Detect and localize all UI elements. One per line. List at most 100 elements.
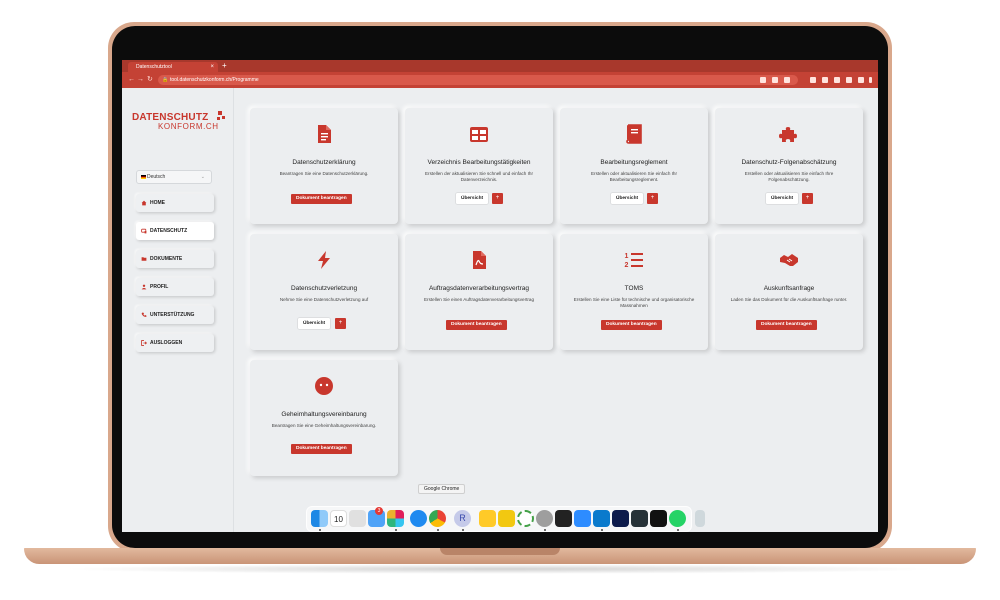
settings-icon[interactable] — [536, 510, 553, 527]
extension-icon[interactable] — [784, 77, 790, 83]
back-icon[interactable]: ← — [128, 72, 135, 88]
browser-tab-title: Datenschutztool — [136, 64, 172, 70]
card-datenschutzverletzung: Datenschutzverletzung Nehme Sie eine Dat… — [250, 234, 398, 350]
add-button[interactable]: + — [492, 193, 503, 204]
card-title: Verzeichnis Bearbeitungstätigkeiten — [427, 159, 531, 166]
sidebar-item-label: DATENSCHUTZ — [150, 228, 188, 234]
logout-icon — [141, 340, 147, 346]
request-document-button[interactable]: Dokument beantragen — [291, 444, 352, 454]
card-description: Erstellen der aktualisieren Sie schnell … — [424, 171, 533, 182]
svg-text:2: 2 — [625, 262, 629, 269]
card-datenschutz-folgenabschaetzung: Datenschutz-Folgenabschätzung Erstellen … — [715, 108, 863, 224]
extension-icon[interactable] — [810, 77, 816, 83]
card-title: Datenschutz-Folgenabschätzung — [741, 159, 837, 166]
activity-icon[interactable] — [517, 510, 534, 527]
request-document-button[interactable]: Dokument beantragen — [291, 194, 352, 204]
whatsapp-icon[interactable] — [669, 510, 686, 527]
sidebar-item-profil[interactable]: PROFIL — [136, 278, 214, 296]
zoom-icon[interactable] — [574, 510, 591, 527]
extension-icon[interactable] — [834, 77, 840, 83]
card-description: Erstellen Sie eine Liste für technische … — [573, 297, 695, 308]
puzzle-icon — [779, 127, 797, 142]
overview-button[interactable]: Übersicht — [766, 193, 799, 204]
german-flag-icon — [141, 175, 146, 179]
dark-app-icon[interactable] — [555, 510, 572, 527]
chrome-icon[interactable] — [429, 510, 446, 527]
profile-avatar[interactable] — [858, 77, 864, 83]
request-document-button[interactable]: Dokument beantragen — [446, 320, 507, 330]
dock-tooltip: Google Chrome — [418, 484, 466, 494]
dock: 10 3 R — [306, 506, 705, 532]
menu-dots-icon[interactable] — [869, 77, 872, 83]
calendar-icon[interactable]: 10 — [330, 510, 347, 527]
sidebar-item-home[interactable]: HOME — [136, 194, 214, 212]
close-icon[interactable]: × — [210, 62, 214, 72]
sidebar-item-ausloggen[interactable]: AUSLOGGEN — [136, 334, 214, 352]
browser-tab-bar: Datenschutztool × + — [122, 60, 878, 72]
bolt-icon — [318, 251, 330, 269]
trash-icon[interactable] — [695, 510, 705, 527]
card-toms: 1 2 TOMS Erstellen Sie eine Liste für te… — [560, 234, 708, 350]
folder-icon — [141, 257, 147, 261]
request-document-button[interactable]: Dokument beantragen — [756, 320, 817, 330]
add-button[interactable]: + — [802, 193, 813, 204]
extension-icon[interactable] — [772, 77, 778, 83]
extension-icon[interactable] — [822, 77, 828, 83]
new-tab-button[interactable]: + — [222, 60, 227, 72]
chevron-down-icon: ⌄ — [200, 174, 205, 180]
handshake-icon — [780, 254, 798, 266]
dock-running-indicator — [319, 529, 321, 531]
request-document-button[interactable]: Dokument beantragen — [601, 320, 662, 330]
sidebar-item-unterstuetzung[interactable]: UNTERSTÜTZUNG — [136, 306, 214, 324]
extension-icon[interactable] — [760, 77, 766, 83]
finder-icon[interactable] — [311, 510, 328, 527]
address-bar[interactable]: 🔒 tool.datenschutzkonform.ch/Programme — [158, 75, 798, 85]
phone-icon — [141, 312, 147, 317]
card-description: Laden Sie das Dokument für die Auskunfts… — [730, 297, 848, 302]
sidebar-item-label: UNTERSTÜTZUNG — [150, 312, 195, 318]
sidebar-item-dokumente[interactable]: DOKUMENTE — [136, 250, 214, 268]
overview-button[interactable]: Übersicht — [611, 193, 644, 204]
user-icon — [141, 284, 147, 290]
forward-icon[interactable]: → — [137, 72, 144, 88]
sheets-icon[interactable] — [479, 510, 496, 527]
calendar-day: 10 — [334, 515, 343, 524]
laptop-base-notch — [440, 548, 560, 555]
slack-icon[interactable] — [387, 510, 404, 527]
extension-icon[interactable] — [846, 77, 852, 83]
reload-icon[interactable]: ↻ — [147, 72, 153, 88]
dock-running-indicator — [544, 529, 546, 531]
screen: Datenschutztool × + ← → ↻ 🔒 tool.datensc… — [122, 60, 878, 532]
dock-running-indicator — [677, 529, 679, 531]
dock-running-indicator — [462, 529, 464, 531]
sidebar-item-label: AUSLOGGEN — [150, 340, 183, 346]
logo[interactable]: DATENSCHUTZ KONFORM.CH — [132, 111, 228, 131]
tool-icon[interactable] — [631, 510, 648, 527]
r-app-icon[interactable]: R — [454, 510, 471, 527]
add-button[interactable]: + — [335, 318, 346, 329]
sidebar-item-label: PROFIL — [150, 284, 169, 290]
sidebar-item-datenschutz[interactable]: DATENSCHUTZ — [136, 222, 214, 240]
browser-tab[interactable]: Datenschutztool × — [128, 62, 218, 72]
card-title: Auftragsdatenverarbeitungsvertrag — [428, 285, 530, 292]
language-select[interactable]: Deutsch ⌄ — [136, 170, 212, 184]
card-description: Erstellen Sie einen Auftragsdatenverarbe… — [423, 297, 535, 302]
card-description: Erstellen oder aktualisieren Sie einfach… — [590, 171, 678, 182]
overview-button[interactable]: Übersicht — [298, 318, 331, 329]
card-auftragsdatenverarbeitungsvertrag: Auftragsdatenverarbeitungsvertrag Erstel… — [405, 234, 553, 350]
tool-icon[interactable] — [650, 510, 667, 527]
shield-icon — [141, 228, 147, 234]
card-title: Geheimhaltungsvereinbarung — [281, 411, 367, 418]
notification-badge: 3 — [375, 507, 383, 515]
tool-icon[interactable] — [612, 510, 629, 527]
dock-running-indicator — [395, 529, 397, 531]
vscode-icon[interactable] — [593, 510, 610, 527]
safari-icon[interactable] — [410, 510, 427, 527]
launchpad-icon[interactable] — [349, 510, 366, 527]
add-button[interactable]: + — [647, 193, 658, 204]
overview-button[interactable]: Übersicht — [456, 193, 489, 204]
logo-dots-icon — [217, 111, 225, 120]
home-icon — [141, 200, 147, 206]
powerbi-icon[interactable] — [498, 510, 515, 527]
sidebar-item-label: DOKUMENTE — [150, 256, 183, 262]
